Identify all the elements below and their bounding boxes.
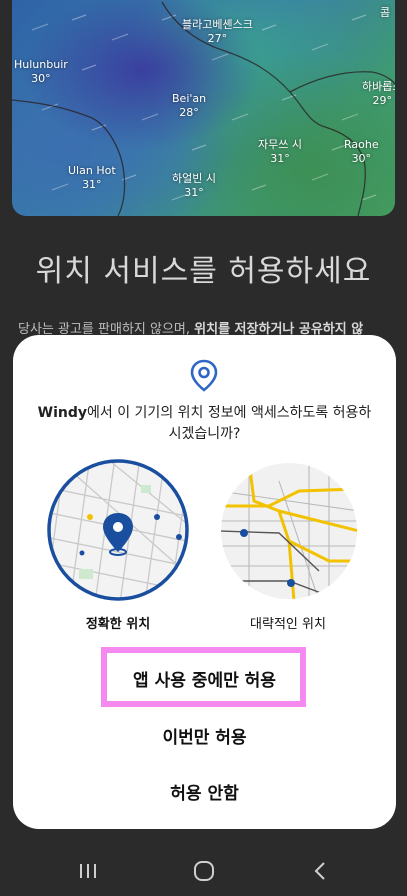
approximate-location-option[interactable] [219, 461, 359, 605]
system-nav-bar [0, 846, 407, 896]
home-icon [194, 861, 214, 881]
map-city-label: Raohe 30° [344, 138, 379, 165]
map-city-label: Bei'an 28° [172, 92, 207, 119]
home-button[interactable] [174, 846, 234, 896]
recent-apps-button[interactable] [58, 846, 118, 896]
weather-map: 블라고베셴스크27° Hulunbuir30° Bei'an28° 하바롭스29… [0, 0, 407, 216]
recent-apps-icon [80, 864, 96, 878]
permission-question: Windy에서 이 기기의 위치 정보에 액세스하도록 허용하시겠습니까? [33, 403, 376, 445]
map-city-label: Hulunbuir 30° [14, 58, 68, 85]
map-city-label: 하바롭스29° [362, 80, 395, 107]
back-icon [314, 862, 325, 880]
permission-title: 위치 서비스를 허용하세요 [35, 254, 372, 289]
map-city-label: 블라고베셴스크 27° [182, 18, 253, 45]
allow-while-using-button[interactable]: 앱 사용 중에만 허용 [13, 666, 396, 691]
approximate-location-label: 대략적인 위치 [250, 617, 326, 632]
precise-location-map-icon [47, 459, 189, 601]
location-pin-icon [189, 359, 219, 397]
approximate-location-map-icon [221, 463, 357, 599]
map-city-label: 콤 [380, 6, 391, 19]
app-name: Windy [37, 405, 88, 421]
location-permission-dialog: Windy에서 이 기기의 위치 정보에 액세스하도록 허용하시겠습니까? 정확… [13, 335, 396, 829]
back-button[interactable] [290, 846, 350, 896]
weather-map-canvas: 블라고베셴스크27° Hulunbuir30° Bei'an28° 하바롭스29… [12, 0, 395, 216]
map-city-label: Ulan Hot 31° [68, 164, 116, 191]
map-city-label: 자무쓰 시 31° [258, 138, 302, 165]
map-city-label: 하얼빈 시 31° [172, 172, 216, 199]
deny-button[interactable]: 허용 안함 [13, 779, 396, 804]
precise-location-label: 정확한 위치 [85, 617, 151, 632]
question-text: 에서 이 기기의 위치 정보에 액세스하도록 허용하시겠습니까? [87, 405, 372, 442]
precise-location-option[interactable] [45, 457, 191, 607]
allow-once-button[interactable]: 이번만 허용 [13, 723, 396, 748]
